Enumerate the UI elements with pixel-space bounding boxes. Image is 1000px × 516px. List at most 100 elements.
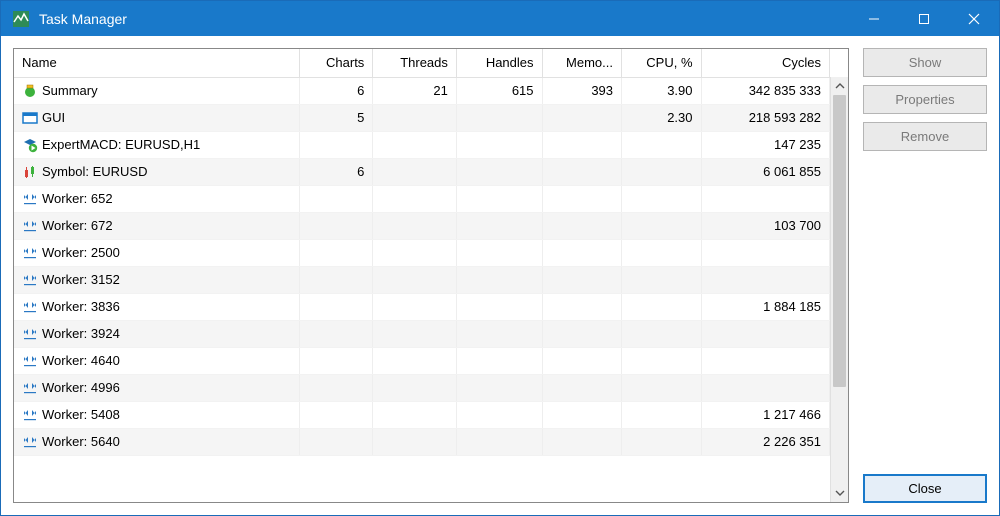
worker-icon [22, 245, 38, 261]
gui-icon [22, 110, 38, 126]
worker-icon [22, 353, 38, 369]
cell-charts [299, 131, 372, 158]
task-table: Name Charts Threads Handles Memo... CPU,… [14, 49, 830, 456]
cell-charts: 5 [299, 104, 372, 131]
cell-threads [373, 185, 457, 212]
cell-name: Worker: 5408 [14, 401, 299, 428]
worker-icon [22, 326, 38, 342]
table-row[interactable]: Summary6216153933.90342 835 333 [14, 77, 830, 104]
scroll-thumb[interactable] [833, 95, 846, 387]
worker-icon [22, 272, 38, 288]
close-dialog-button[interactable]: Close [863, 474, 987, 503]
col-threads[interactable]: Threads [373, 49, 457, 77]
client-area: Name Charts Threads Handles Memo... CPU,… [1, 36, 999, 515]
table-row[interactable]: Symbol: EURUSD66 061 855 [14, 158, 830, 185]
table-row[interactable]: Worker: 4996 [14, 374, 830, 401]
cell-cpu: 3.90 [622, 77, 702, 104]
scroll-down-arrow-icon[interactable] [831, 484, 849, 502]
cell-handles [456, 374, 542, 401]
table-row[interactable]: Worker: 4640 [14, 347, 830, 374]
cell-handles [456, 158, 542, 185]
scroll-track[interactable] [831, 95, 848, 484]
cell-name: Worker: 652 [14, 185, 299, 212]
cell-threads [373, 347, 457, 374]
row-name-label: Worker: 4640 [42, 353, 120, 368]
col-memory[interactable]: Memo... [542, 49, 622, 77]
minimize-button[interactable] [849, 1, 899, 36]
row-name-label: Worker: 2500 [42, 245, 120, 260]
cell-charts [299, 266, 372, 293]
row-name-label: Worker: 4996 [42, 380, 120, 395]
row-name-label: GUI [42, 110, 65, 125]
cell-cpu [622, 347, 702, 374]
cell-name: Worker: 2500 [14, 239, 299, 266]
table-row[interactable]: ExpertMACD: EURUSD,H1 147 235 [14, 131, 830, 158]
row-name-label: Symbol: EURUSD [42, 164, 147, 179]
cell-memory [542, 131, 622, 158]
cell-name: Symbol: EURUSD [14, 158, 299, 185]
worker-icon [22, 407, 38, 423]
col-charts[interactable]: Charts [299, 49, 372, 77]
cell-name: Worker: 3836 [14, 293, 299, 320]
close-button[interactable] [949, 1, 999, 36]
row-name-label: ExpertMACD: EURUSD,H1 [42, 137, 200, 152]
table-row[interactable]: Worker: 672103 700 [14, 212, 830, 239]
table-row[interactable]: Worker: 54081 217 466 [14, 401, 830, 428]
table-row[interactable]: Worker: 3152 [14, 266, 830, 293]
properties-button[interactable]: Properties [863, 85, 987, 114]
row-name-label: Summary [42, 83, 98, 98]
table-row[interactable]: GUI52.30218 593 282 [14, 104, 830, 131]
cell-handles [456, 131, 542, 158]
worker-icon [22, 380, 38, 396]
cell-memory [542, 212, 622, 239]
symbol-icon [22, 164, 38, 180]
maximize-button[interactable] [899, 1, 949, 36]
cell-charts [299, 401, 372, 428]
scroll-up-arrow-icon[interactable] [831, 77, 849, 95]
cell-name: Worker: 3924 [14, 320, 299, 347]
col-cycles[interactable]: Cycles [701, 49, 829, 77]
table-row[interactable]: Worker: 652 [14, 185, 830, 212]
cell-memory [542, 428, 622, 455]
cell-handles [456, 320, 542, 347]
cell-memory [542, 185, 622, 212]
cell-charts [299, 428, 372, 455]
cell-threads: 21 [373, 77, 457, 104]
cell-memory [542, 374, 622, 401]
cell-charts [299, 374, 372, 401]
cell-threads [373, 428, 457, 455]
show-button[interactable]: Show [863, 48, 987, 77]
col-name[interactable]: Name [14, 49, 299, 77]
vertical-scrollbar[interactable] [830, 77, 848, 502]
cell-cycles: 6 061 855 [701, 158, 829, 185]
table-row[interactable]: Worker: 38361 884 185 [14, 293, 830, 320]
cell-charts [299, 239, 372, 266]
table-row[interactable]: Worker: 2500 [14, 239, 830, 266]
cell-cycles: 2 226 351 [701, 428, 829, 455]
cell-cpu [622, 131, 702, 158]
window-title: Task Manager [39, 11, 127, 27]
cell-threads [373, 158, 457, 185]
cell-threads [373, 104, 457, 131]
remove-button[interactable]: Remove [863, 122, 987, 151]
cell-cycles [701, 239, 829, 266]
cell-handles [456, 266, 542, 293]
cell-memory [542, 320, 622, 347]
cell-threads [373, 293, 457, 320]
cell-memory [542, 293, 622, 320]
summary-icon [22, 83, 38, 99]
col-handles[interactable]: Handles [456, 49, 542, 77]
cell-threads [373, 401, 457, 428]
cell-cycles: 147 235 [701, 131, 829, 158]
cell-cycles [701, 266, 829, 293]
titlebar[interactable]: Task Manager [1, 1, 999, 36]
row-name-label: Worker: 3836 [42, 299, 120, 314]
cell-cpu [622, 212, 702, 239]
task-grid[interactable]: Name Charts Threads Handles Memo... CPU,… [14, 49, 848, 502]
cell-handles [456, 239, 542, 266]
table-row[interactable]: Worker: 3924 [14, 320, 830, 347]
cell-name: Worker: 4996 [14, 374, 299, 401]
col-cpu[interactable]: CPU, % [622, 49, 702, 77]
table-row[interactable]: Worker: 56402 226 351 [14, 428, 830, 455]
cell-handles [456, 293, 542, 320]
